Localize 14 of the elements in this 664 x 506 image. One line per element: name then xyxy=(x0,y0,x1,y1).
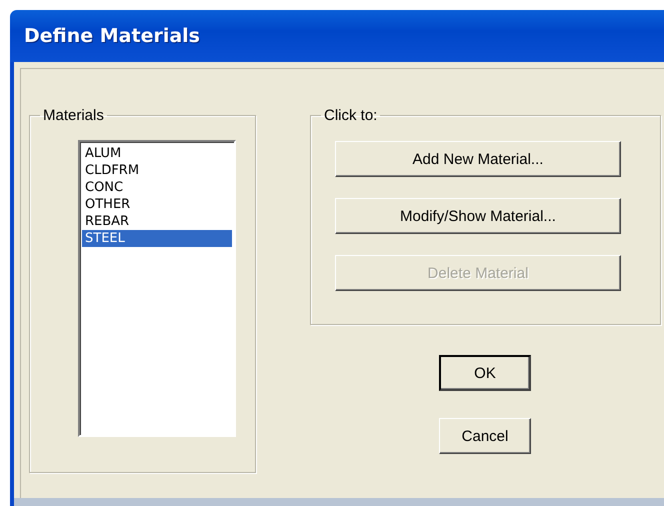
materials-list[interactable]: ALUM CLDFRM CONC OTHER REBAR STEEL xyxy=(78,140,236,437)
window-title: Define Materials xyxy=(24,25,200,47)
list-item[interactable]: STEEL xyxy=(82,230,232,247)
list-item[interactable]: CLDFRM xyxy=(82,162,232,179)
group-label: Materials xyxy=(42,107,105,124)
cancel-button[interactable]: Cancel xyxy=(439,418,531,454)
action-button[interactable]: Modify/Show Material... xyxy=(335,198,621,234)
list-item[interactable]: OTHER xyxy=(82,196,232,213)
ok-button[interactable]: OK xyxy=(439,355,531,391)
action-button[interactable]: Add New Material... xyxy=(335,141,621,177)
list-item[interactable]: CONC xyxy=(82,179,232,196)
group-label: Click to: xyxy=(323,107,378,124)
list-item[interactable]: REBAR xyxy=(82,213,232,230)
list-item[interactable]: ALUM xyxy=(82,145,232,162)
